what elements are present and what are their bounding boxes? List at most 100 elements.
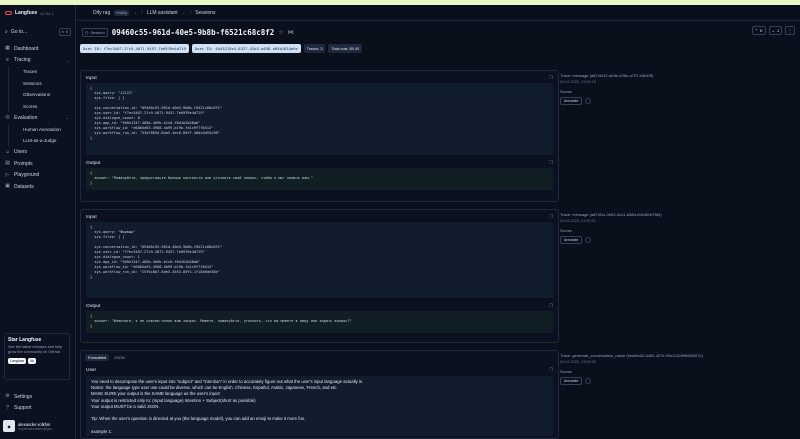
- user-id-chip[interactable]: User ID: 6443215e4-8327-42b3-a038-e85b28…: [191, 44, 301, 53]
- app-name: Langfuse: [15, 10, 38, 16]
- prompt-text: You need to decompose the user's input i…: [86, 376, 553, 436]
- comment-icon[interactable]: [585, 98, 592, 104]
- role-label: User: [86, 367, 97, 373]
- sidebar-item-playground[interactable]: ▷ Playground: [0, 170, 75, 182]
- annotate-button[interactable]: Annotate: [560, 97, 583, 105]
- comment-icon[interactable]: [585, 378, 592, 384]
- sidebar-item-label: Evaluation: [14, 114, 38, 121]
- copy-icon[interactable]: ❐: [549, 75, 553, 81]
- users-icon: ☺: [5, 148, 11, 155]
- sidebar-item-label: Settings: [14, 393, 33, 400]
- trace-timestamp: 04.03.2025, 23:59:31: [560, 219, 596, 223]
- dashboard-icon: ▦: [5, 45, 10, 52]
- github-count-button[interactable]: 6k: [28, 357, 37, 364]
- chevron-down-icon: ⌄: [65, 57, 69, 63]
- sidebar-subitem-sessions[interactable]: Sessions: [8, 77, 75, 89]
- breadcrumb-page[interactable]: Sessions: [195, 10, 215, 16]
- langfuse-logo-icon: [5, 11, 12, 15]
- sidebar-item-label: Support: [14, 405, 32, 412]
- trace-title[interactable]: Trace: generate_conversation_name (bedfe…: [560, 353, 796, 358]
- page-title: 09460c55-961d-40e5-9b8b-f6521c68c8f2: [111, 27, 275, 37]
- trace-timestamp: 04.03.2025, 23:59:30: [560, 360, 596, 364]
- trace-card: Input ❐ { sys.query: "Фырвыр" sys.files: …: [80, 209, 559, 343]
- goto-search[interactable]: ⌕ Go to... ⌘ K: [5, 27, 71, 37]
- output-code: { answer: "Пожалуйста, предоставьте боль…: [86, 168, 553, 190]
- input-label: Input: [86, 75, 97, 81]
- evaluation-icon: ◎: [5, 114, 10, 121]
- more-menu-button[interactable]: ⋮: [785, 26, 795, 35]
- generation-card: Formatted JSON User ❐ You need to decompo…: [80, 350, 559, 439]
- sidebar-item-datasets[interactable]: ▣ Datasets: [0, 181, 75, 193]
- user-email: coyeerasovalex@gm...: [18, 426, 55, 431]
- copy-icon[interactable]: ❐: [549, 160, 553, 166]
- star-langfuse-card: Star Langfuse See the latest releases an…: [4, 333, 70, 380]
- trace-card: Input ❐ { sys.query: "12122" sys.files: […: [80, 70, 559, 202]
- user-menu[interactable]: ◆ alexander.volkhin coyeerasovalex@gm...: [0, 420, 76, 432]
- sidebar-subitem-traces[interactable]: Traces: [8, 66, 75, 78]
- input-label: Input: [86, 214, 97, 220]
- plan-badge: Hobby: [114, 9, 130, 16]
- annotate-button[interactable]: Annotate: [560, 377, 583, 385]
- copy-icon[interactable]: ❐: [549, 214, 553, 220]
- chevron-up-icon: ⌃: [754, 28, 758, 33]
- comment-icon[interactable]: [585, 237, 592, 243]
- tab-json[interactable]: JSON: [111, 354, 128, 361]
- sidebar-item-label: Playground: [14, 172, 40, 179]
- sidebar-subitem-human-annotation[interactable]: Human Annotation: [8, 123, 75, 135]
- chevron-down-icon: ⌄: [65, 115, 69, 121]
- sidebar-item-support[interactable]: ? Support: [0, 403, 76, 415]
- breadcrumb-project[interactable]: Dify rag: [93, 10, 110, 16]
- sidebar-item-evaluation[interactable]: ◎ Evaluation ⌄: [0, 112, 75, 124]
- sidebar-subitem-scores[interactable]: Scores: [8, 100, 75, 112]
- sidebar-item-label: Datasets: [14, 183, 34, 190]
- trace-title[interactable]: Trace: message (a874f412-de9b-426e-a797-…: [560, 73, 796, 78]
- prev-session-button[interactable]: ⌃ K: [751, 26, 766, 35]
- page-title-bar: ◷ Session 09460c55-961d-40e5-9b8b-f6521c6…: [77, 21, 800, 43]
- sidebar-item-label: Tracing: [14, 57, 31, 64]
- support-icon: ?: [6, 404, 9, 411]
- github-star-button[interactable]: Langfuse: [8, 357, 27, 364]
- text-line: }: [90, 275, 93, 279]
- playground-icon: ▷: [5, 171, 10, 178]
- sidebar-subitem-observations[interactable]: Observations: [8, 89, 75, 101]
- user-id-chip[interactable]: User ID: f7ec3407-27c9-4071-9457-7e0939e…: [80, 44, 189, 53]
- annotate-button[interactable]: Annotate: [560, 236, 583, 244]
- user-name: alexander.volkhin: [18, 421, 51, 427]
- generation-meta: Trace: generate_conversation_name (bedfe…: [560, 353, 796, 385]
- goto-label: Go to...: [10, 29, 28, 35]
- sidebar-item-tracing[interactable]: ≡ Tracing ⌄: [0, 55, 75, 67]
- sidebar-item-users[interactable]: ☺ Users: [0, 147, 75, 159]
- tab-formatted[interactable]: Formatted: [85, 354, 110, 361]
- traces-count-chip: Traces: 3: [303, 44, 326, 53]
- avatar: ◆: [3, 420, 15, 432]
- search-icon: ⌕: [5, 29, 8, 35]
- text-line: }: [90, 181, 93, 185]
- text-line: }: [90, 324, 93, 328]
- star-icon[interactable]: ☆: [278, 29, 283, 36]
- prompts-icon: ▤: [5, 160, 10, 167]
- brand[interactable]: Langfuse v2.94.1: [0, 5, 75, 21]
- sidebar-item-settings[interactable]: ⚙ Settings: [0, 391, 76, 403]
- breadcrumb-org[interactable]: LLM assistant: [147, 10, 178, 16]
- copy-icon[interactable]: ❐: [549, 367, 553, 373]
- sidebar-subitem-llm-judge[interactable]: LLM-as-a-Judge: [8, 135, 75, 147]
- next-session-button[interactable]: ⌄ J: [768, 26, 782, 35]
- trace-meta: Trace: message (a874f412-de9b-426e-a797-…: [560, 73, 796, 105]
- star-card-title: Star Langfuse: [8, 337, 42, 343]
- trace-meta: Trace: message (a874f1c-0b02-4c41-838d-e…: [560, 212, 796, 244]
- trace-title[interactable]: Trace: message (a874f1c-0b02-4c41-838d-e…: [560, 212, 796, 217]
- copy-icon[interactable]: ❐: [549, 303, 553, 309]
- output-label: Output: [86, 303, 101, 309]
- chevron-down-icon: ⌄: [771, 28, 775, 33]
- text-line: }: [90, 136, 93, 140]
- app-version: v2.94.1: [40, 10, 54, 16]
- session-chips: User ID: f7ec3407-27c9-4071-9457-7e0939e…: [80, 44, 363, 53]
- breadcrumb: Dify rag Hobby ⌄ / LLM assistant ⌄ / Ses…: [77, 5, 800, 21]
- star-card-description: See the latest releases and help grow th…: [8, 345, 63, 354]
- sidebar-item-prompts[interactable]: ▤ Prompts: [0, 158, 75, 170]
- sidebar-item-dashboard[interactable]: ▦ Dashboard: [0, 43, 75, 55]
- share-icon[interactable]: ⋈: [288, 29, 294, 36]
- scores-label: Scores: [560, 90, 572, 94]
- gear-icon: ⚙: [5, 393, 10, 400]
- trace-timestamp: 04.03.2025, 23:59:15: [560, 80, 596, 84]
